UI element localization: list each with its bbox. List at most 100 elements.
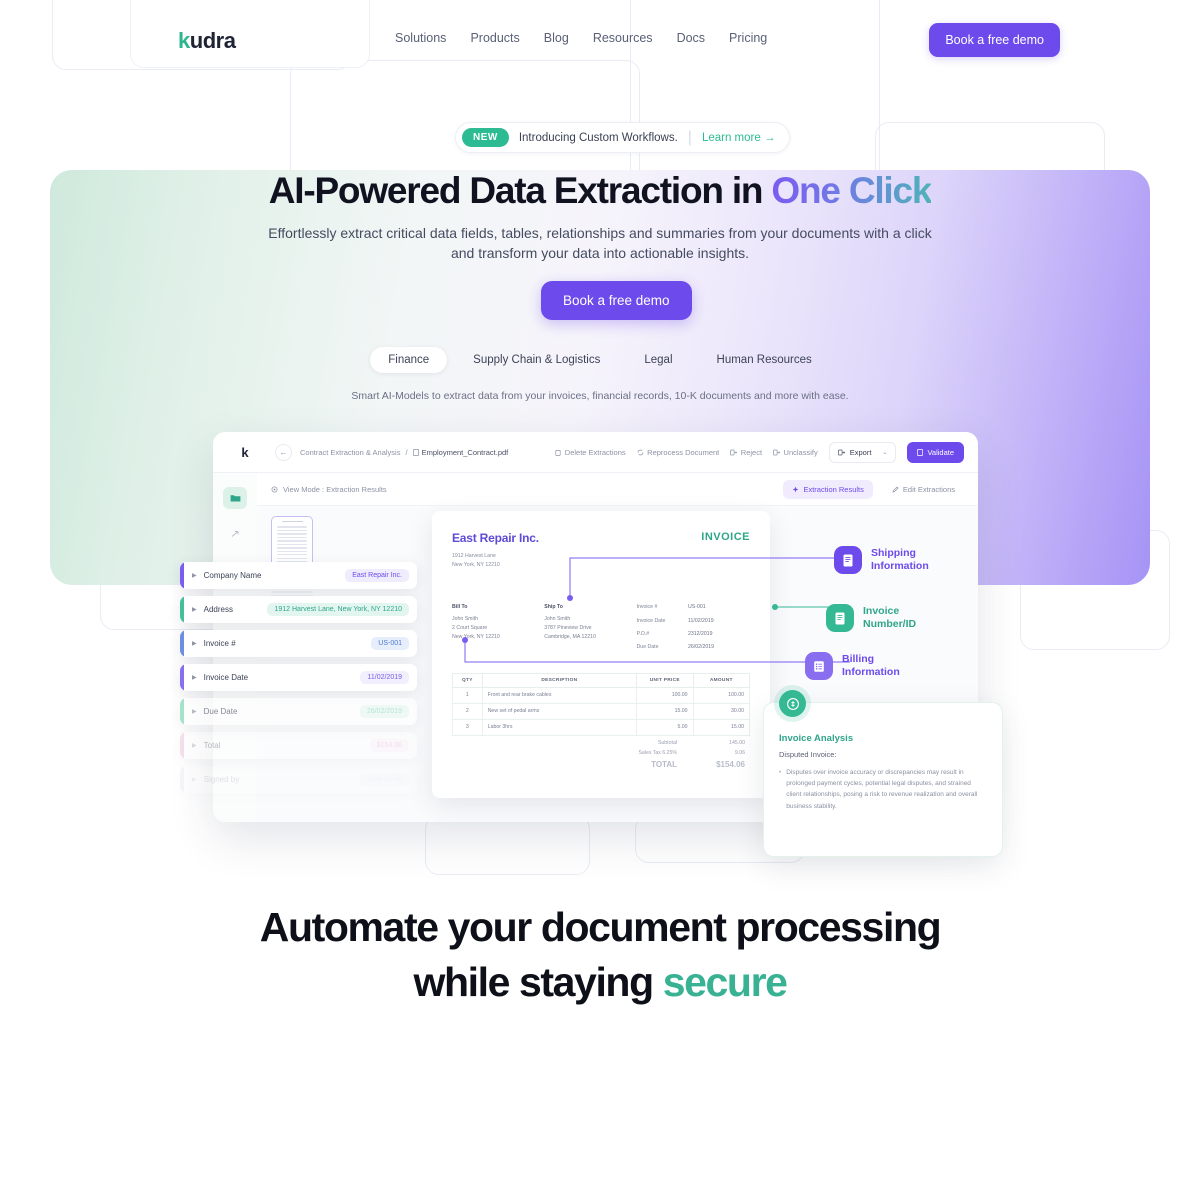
reject-button[interactable]: Reject bbox=[730, 448, 762, 457]
view-mode-text: View Mode : Extraction Results bbox=[283, 484, 387, 494]
extraction-field-invoice-date[interactable]: ▶ Invoice Date 11/02/2019 bbox=[180, 664, 417, 691]
extraction-field-total[interactable]: ▶ Total $154.06 bbox=[180, 732, 417, 759]
extraction-field-due-date[interactable]: ▶ Due Date 26/02/2019 bbox=[180, 698, 417, 725]
field-accent-bar bbox=[180, 664, 184, 691]
field-accent-bar bbox=[180, 766, 184, 793]
column-description: DESCRIPTION bbox=[481, 672, 638, 688]
tab-supply-chain[interactable]: Supply Chain & Logistics bbox=[455, 347, 618, 373]
extraction-field-invoice-number[interactable]: ▶ Invoice # US-001 bbox=[180, 630, 417, 657]
reprocess-document-button[interactable]: Reprocess Document bbox=[637, 448, 719, 457]
nav-item-docs[interactable]: Docs bbox=[677, 31, 705, 45]
field-value: 26/02/2019 bbox=[359, 705, 409, 718]
field-value: John Smith bbox=[359, 773, 409, 786]
callout-invoice-number[interactable]: Invoice Number/ID bbox=[826, 604, 916, 632]
unclassify-button[interactable]: Unclassify bbox=[773, 448, 818, 457]
bill-to-title: Bill To bbox=[452, 604, 468, 611]
validate-button[interactable]: Validate bbox=[907, 441, 964, 463]
landing-page: kudra Solutions Products Blog Resources … bbox=[0, 0, 1200, 1200]
main-nav: Solutions Products Blog Resources Docs P… bbox=[395, 31, 767, 45]
list-billing-icon bbox=[805, 652, 833, 680]
expand-arrow-icon[interactable]: ▶ bbox=[192, 640, 197, 647]
expand-arrow-icon[interactable]: ▶ bbox=[192, 674, 197, 681]
export-icon bbox=[837, 449, 845, 455]
subtotal-row: Subtotal 145.00 bbox=[657, 739, 745, 746]
export-dropdown[interactable]: Export ⌄ bbox=[828, 441, 897, 463]
tab-edit-extractions[interactable]: Edit Extractions bbox=[883, 480, 964, 499]
expand-arrow-icon[interactable]: ▶ bbox=[192, 742, 197, 749]
chevron-down-icon[interactable]: ⌄ bbox=[882, 449, 887, 456]
back-arrow-icon[interactable]: ← bbox=[275, 443, 292, 461]
nav-item-solutions[interactable]: Solutions bbox=[395, 31, 446, 45]
invoice-meta: Invoice # US-001 Invoice Date 11/02/2019 P… bbox=[637, 603, 750, 656]
sparkle-icon bbox=[793, 486, 799, 492]
validate-icon bbox=[917, 448, 924, 456]
bill-to-line-2: 2 Court Square bbox=[452, 624, 488, 631]
app-logo: k bbox=[241, 444, 249, 460]
reject-icon bbox=[730, 449, 738, 455]
callout-label: Billing Information bbox=[842, 652, 900, 678]
logo-text: udra bbox=[189, 28, 236, 53]
header-book-demo-button[interactable]: Book a free demo bbox=[929, 23, 1060, 57]
site-header: kudra Solutions Products Blog Resources … bbox=[0, 0, 1200, 80]
tab-finance[interactable]: Finance bbox=[370, 347, 448, 373]
delete-extractions-button[interactable]: Delete Extractions bbox=[555, 448, 626, 457]
document-invoice-icon bbox=[826, 604, 854, 632]
table-row: 2 New set of pedal arms 15.00 30.00 bbox=[452, 702, 751, 720]
industry-tagline: Smart AI-Models to extract data from you… bbox=[351, 390, 849, 402]
breadcrumb-file: Employment_Contract.pdf bbox=[412, 448, 508, 457]
divider: | bbox=[687, 128, 692, 146]
ship-to-block: Ship To John Smith 3787 Pineview Drive C… bbox=[544, 603, 636, 656]
sidebar-item-documents[interactable] bbox=[223, 487, 247, 509]
breadcrumb-root[interactable]: Contract Extraction & Analysis bbox=[300, 448, 400, 457]
expand-arrow-icon[interactable]: ▶ bbox=[192, 606, 197, 613]
callout-shipping-information[interactable]: Shipping Information bbox=[834, 546, 929, 574]
tab-human-resources[interactable]: Human Resources bbox=[699, 347, 830, 373]
extraction-fields-panel: ▶ Company Name East Repair Inc. ▶ Addres… bbox=[180, 562, 417, 800]
field-accent-bar bbox=[180, 630, 184, 657]
hero-book-demo-button[interactable]: Book a free demo bbox=[541, 281, 692, 320]
eye-icon bbox=[271, 486, 278, 492]
callout-billing-information[interactable]: Billing Information bbox=[805, 652, 900, 680]
field-value: 11/02/2019 bbox=[360, 671, 409, 684]
tab-legal[interactable]: Legal bbox=[626, 347, 690, 373]
expand-arrow-icon[interactable]: ▶ bbox=[192, 572, 197, 579]
sidebar-item-workflows[interactable] bbox=[223, 523, 247, 545]
app-view-bar: View Mode : Extraction Results Extractio… bbox=[257, 473, 978, 506]
learn-more-link[interactable]: Learn more → bbox=[702, 132, 776, 144]
meta-row: Due Date 26/02/2019 bbox=[636, 644, 714, 651]
table-row: 1 Front and rear brake cables 100.00 100… bbox=[452, 686, 751, 704]
nav-item-pricing[interactable]: Pricing bbox=[729, 31, 767, 45]
field-label: Company Name bbox=[203, 571, 262, 580]
bottom-heading-line1: Automate your document processing bbox=[259, 904, 942, 950]
meta-row: P.O.# 2312/2019 bbox=[636, 630, 713, 637]
nav-item-products[interactable]: Products bbox=[470, 31, 519, 45]
extraction-field-company-name[interactable]: ▶ Company Name East Repair Inc. bbox=[180, 562, 417, 589]
extraction-field-address[interactable]: ▶ Address 1912 Harvest Lane, New York, N… bbox=[180, 596, 417, 623]
bottom-section: Automate your document processing while … bbox=[0, 900, 1200, 1011]
nav-item-blog[interactable]: Blog bbox=[544, 31, 569, 45]
field-label: Invoice Date bbox=[203, 673, 249, 682]
announcement-banner[interactable]: NEW Introducing Custom Workflows. | Lear… bbox=[455, 122, 791, 153]
callout-label: Invoice Number/ID bbox=[863, 604, 917, 630]
view-tabs: Extraction Results Edit Extractions bbox=[783, 479, 964, 499]
hero-subtitle: Effortlessly extract critical data field… bbox=[0, 224, 1200, 264]
ship-to-line-1: John Smith bbox=[544, 616, 571, 623]
field-accent-bar bbox=[180, 562, 184, 589]
ship-to-title: Ship To bbox=[544, 604, 563, 611]
bill-to-line-3: New York, NY 12210 bbox=[452, 633, 500, 640]
nav-item-resources[interactable]: Resources bbox=[593, 31, 653, 45]
field-value: 1912 Harvest Lane, New York, NY 12210 bbox=[267, 603, 409, 616]
share-icon bbox=[231, 531, 238, 537]
brand-logo[interactable]: kudra bbox=[178, 28, 236, 54]
column-qty: QTY bbox=[452, 672, 483, 688]
unclassify-icon bbox=[773, 449, 781, 455]
table-header-row: QTY DESCRIPTION UNIT PRICE AMOUNT bbox=[452, 672, 751, 688]
tab-extraction-results[interactable]: Extraction Results bbox=[783, 479, 873, 499]
analysis-bullet: • Disputes over invoice accuracy or disc… bbox=[779, 767, 987, 812]
extraction-field-signed-by[interactable]: ▶ Signed by John Smith bbox=[180, 766, 417, 793]
bottom-heading-accent: secure bbox=[662, 959, 788, 1006]
pencil-icon bbox=[892, 486, 899, 493]
expand-arrow-icon[interactable]: ▶ bbox=[192, 708, 197, 715]
field-value: $154.06 bbox=[369, 739, 409, 752]
expand-arrow-icon[interactable]: ▶ bbox=[192, 776, 197, 783]
